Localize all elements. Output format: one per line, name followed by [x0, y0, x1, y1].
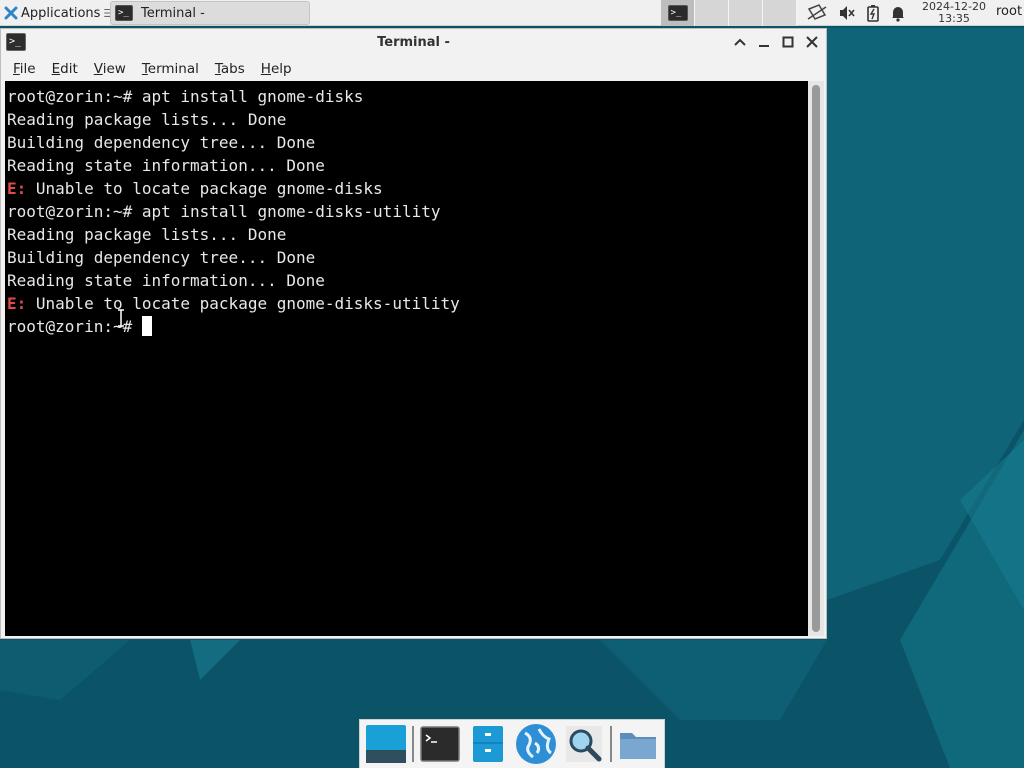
terminal-line: root@zorin:~# apt install gnome-disks: [7, 87, 364, 106]
applications-menu-button[interactable]: Applications ☰: [2, 2, 115, 24]
shade-button[interactable]: [732, 33, 748, 51]
zorin-logo-icon: [4, 6, 18, 20]
window-controls: [732, 33, 820, 51]
menu-edit[interactable]: Edit: [52, 61, 78, 77]
folder-icon: [620, 733, 656, 759]
dock-folder-button[interactable]: [614, 721, 662, 767]
text-cursor: [141, 316, 152, 336]
workspace-switcher: >_: [661, 0, 797, 26]
menubar: File Edit View Terminal Tabs Help: [1, 57, 826, 81]
dock: [359, 719, 665, 768]
terminal-scrollbar[interactable]: [808, 81, 824, 636]
maximize-icon: [782, 36, 794, 48]
terminal-icon: >_: [115, 5, 133, 21]
terminal-line: Reading state information... Done: [7, 271, 325, 290]
dock-separator: [610, 726, 612, 762]
close-button[interactable]: [804, 33, 820, 51]
web-browser-icon: [516, 724, 556, 764]
terminal-icon: [420, 726, 460, 762]
workspace-3[interactable]: [729, 0, 763, 26]
menu-view[interactable]: View: [94, 61, 126, 77]
terminal-line: Reading package lists... Done: [7, 225, 287, 244]
terminal-line: Building dependency tree... Done: [7, 248, 316, 267]
dock-terminal-button[interactable]: [416, 721, 464, 767]
maximize-button[interactable]: [780, 33, 796, 51]
close-icon: [806, 36, 818, 48]
notification-bell-icon[interactable]: [890, 4, 906, 22]
terminal-line: Reading package lists... Done: [7, 110, 287, 129]
chevron-up-icon: [734, 38, 746, 46]
clock[interactable]: 2024-12-20 13:35: [918, 1, 990, 25]
error-prefix: E:: [7, 179, 27, 198]
window-title: Terminal -: [377, 35, 450, 50]
terminal-line: Reading state information... Done: [7, 156, 325, 175]
terminal-line: Building dependency tree... Done: [7, 133, 316, 152]
volume-muted-icon[interactable]: [838, 4, 856, 22]
menu-tabs[interactable]: Tabs: [215, 61, 245, 77]
taskbar-terminal-label: Terminal -: [141, 5, 205, 21]
file-manager-icon: [473, 726, 503, 762]
dock-separator: [412, 726, 414, 762]
battery-icon[interactable]: [865, 4, 881, 22]
workspace-2[interactable]: [695, 0, 729, 26]
network-icon[interactable]: [805, 3, 829, 23]
terminal-prompt-line: root@zorin:~#: [7, 315, 808, 338]
menu-help[interactable]: Help: [261, 61, 292, 77]
dock-search-button[interactable]: [560, 721, 608, 767]
window-titlebar[interactable]: >_ Terminal -: [1, 29, 826, 57]
workspace-4[interactable]: [763, 0, 797, 26]
terminal-error-line: E: Unable to locate package gnome-disks: [7, 179, 383, 198]
clock-time: 13:35: [938, 12, 970, 25]
terminal-window: >_ Terminal - File Edit View Terminal Ta…: [0, 28, 827, 639]
dock-files-button[interactable]: [464, 721, 512, 767]
search-icon: [566, 726, 602, 762]
minimize-icon: [759, 45, 769, 47]
terminal-line: root@zorin:~# apt install gnome-disks-ut…: [7, 202, 441, 221]
top-panel: Applications ☰ >_ Terminal - >_ 2024-12-…: [0, 0, 1024, 26]
user-menu[interactable]: root: [996, 4, 1022, 19]
menu-file[interactable]: File: [13, 61, 36, 77]
dock-browser-button[interactable]: [512, 721, 560, 767]
ibeam-cursor-icon: [118, 309, 124, 327]
minimize-button[interactable]: [756, 33, 772, 51]
scrollbar-thumb[interactable]: [812, 85, 820, 632]
workspace-1[interactable]: >_: [661, 0, 695, 26]
error-prefix: E:: [7, 294, 27, 313]
applications-label: Applications: [21, 5, 101, 21]
terminal-icon: >_: [667, 5, 688, 21]
menu-terminal[interactable]: Terminal: [142, 61, 199, 77]
system-tray: [805, 0, 906, 26]
taskbar-terminal-button[interactable]: >_ Terminal -: [110, 1, 310, 25]
show-desktop-icon: [366, 725, 406, 763]
terminal-output[interactable]: root@zorin:~# apt install gnome-disks Re…: [5, 81, 808, 636]
show-desktop-button[interactable]: [362, 721, 410, 767]
terminal-error-line: E: Unable to locate package gnome-disks-…: [7, 294, 460, 313]
